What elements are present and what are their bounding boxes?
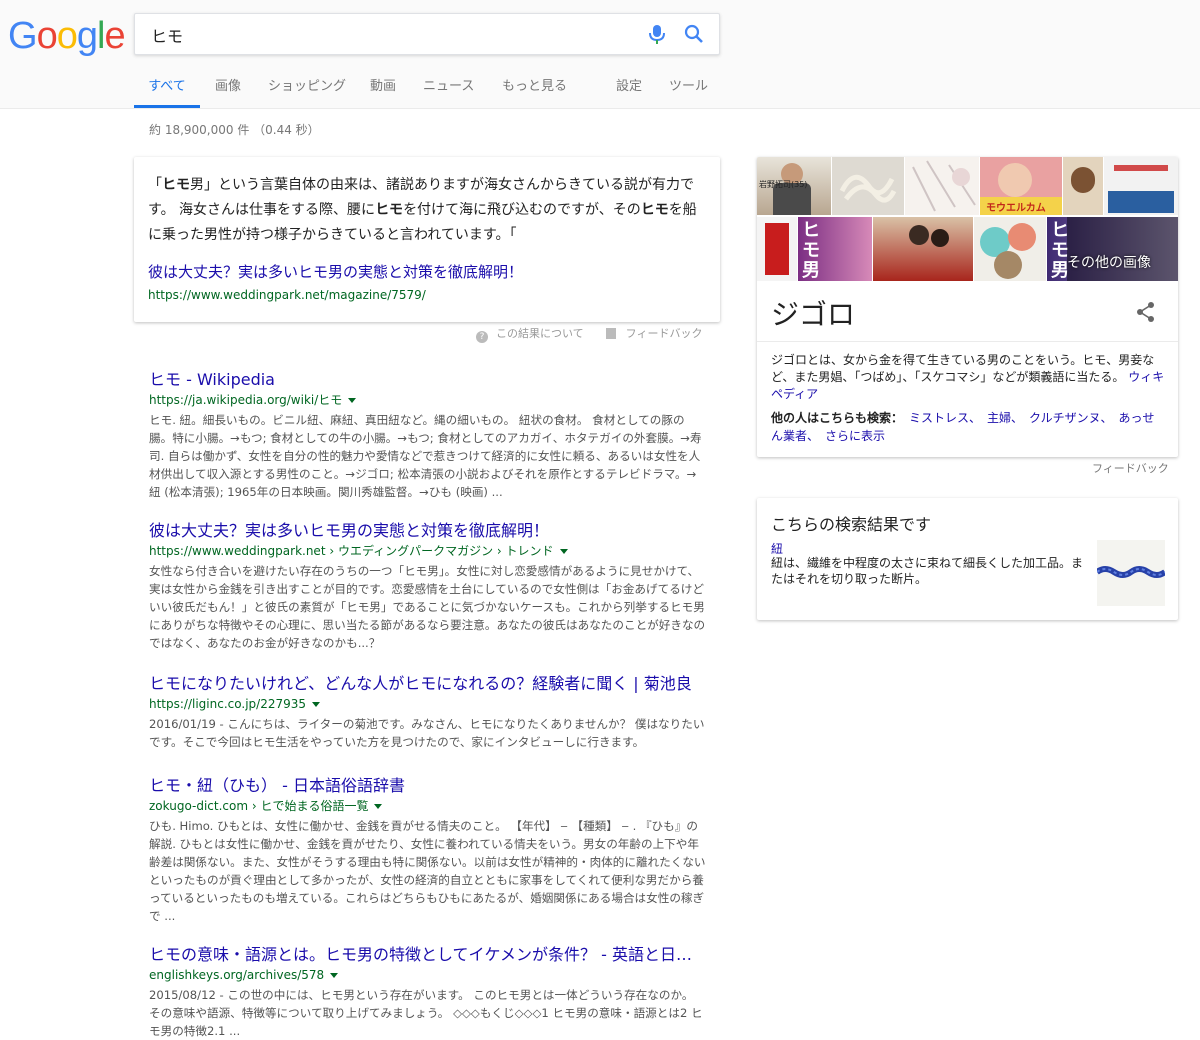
result-snippet: 2016/01/19 - こんにちは、ライターの菊池です。みなさん、ヒモになりた… (149, 717, 705, 749)
also-search-link[interactable]: 主婦、 (987, 411, 1023, 425)
result-title-link[interactable]: ヒモ・紐（ひも） - 日本語俗語辞書 (149, 775, 707, 797)
featured-snippet-title-link[interactable]: 彼は大丈夫？実は多いヒモ男の実態と対策を徹底解明！ (148, 261, 523, 282)
show-more-link[interactable]: さらに表示 (825, 429, 885, 443)
search-result: ヒモになりたいけれど、どんな人がヒモになれるの？経験者に聞く | 菊池良 htt… (149, 673, 707, 751)
image-caption: ヒモ男 (802, 220, 820, 281)
cord-icon (1095, 566, 1167, 578)
related-result-card: こちらの検索結果です 紐 紐は、繊維を中程度の太さに束ねて細長くした加工品。また… (757, 498, 1178, 620)
dropdown-caret-icon[interactable] (348, 398, 357, 403)
result-url: https://liginc.co.jp/227935 (149, 695, 707, 713)
knowledge-panel: 岩野拓司(35) モウエルカム ヒモ男 ヒモ男 その他の画像 ジゴロ ジゴロとは… (757, 157, 1178, 457)
dropdown-caret-icon[interactable] (374, 804, 383, 809)
header: Google すべて 画像 ショッピング 動画 ニュース もっと見る 設定 ツー… (0, 0, 1200, 109)
image-thumbnail[interactable]: モウエルカム (980, 157, 1062, 215)
result-url: https://www.weddingpark.net › ウエディングパークマ… (149, 542, 707, 560)
image-thumbnail[interactable] (905, 157, 979, 215)
manga-panel-icon (912, 160, 976, 212)
help-icon: ? (476, 331, 488, 343)
featured-snippet: 「ヒモ男」という言葉自体の由来は、諸説ありますが海女さんからきている説が有力です… (134, 157, 720, 322)
tab-all[interactable]: すべて (134, 70, 200, 108)
tab-settings[interactable]: 設定 (616, 70, 642, 108)
divider (757, 341, 1178, 342)
about-result-link[interactable]: この結果について (496, 327, 584, 340)
logo-letter: G (8, 15, 38, 57)
result-title-link[interactable]: ヒモの意味・語源とは。ヒモ男の特徴としてイケメンが条件？ - 英語と日本語 (149, 944, 707, 966)
description-text: ジゴロとは、女から金を得て生きている男のことをいう。ヒモ、男妾など、また男娼、「… (771, 353, 1155, 384)
result-url-text: zokugo-dict.com › ヒで始まる俗語一覧 (149, 799, 369, 813)
result-url-text: https://liginc.co.jp/227935 (149, 697, 306, 711)
image-thumbnail[interactable] (873, 217, 973, 281)
knowledge-panel-description: ジゴロとは、女から金を得て生きている男のことをいう。ヒモ、男妾など、また男娼、「… (771, 352, 1166, 403)
result-snippet: 女性なら付き合いを避けたい存在のうちの一つ「ヒモ男」。女性に対し恋愛感情があるよ… (149, 564, 706, 650)
result-url-text: englishkeys.org/archives/578 (149, 968, 325, 982)
also-search-link[interactable]: クルチザンヌ、 (1029, 411, 1112, 425)
result-url: englishkeys.org/archives/578 (149, 966, 707, 984)
image-strip[interactable]: 岩野拓司(35) モウエルカム ヒモ男 ヒモ男 その他の画像 (757, 157, 1178, 281)
dropdown-caret-icon[interactable] (559, 549, 568, 554)
logo-letter: o (56, 15, 78, 57)
knowledge-panel-feedback-link[interactable]: フィードバック (1092, 460, 1169, 476)
knowledge-panel-title: ジゴロ (771, 298, 856, 331)
cord-thumbnail[interactable] (1095, 540, 1167, 606)
feedback-link[interactable]: フィードバック (626, 327, 703, 340)
microphone-icon[interactable] (647, 24, 667, 46)
logo-letter: e (104, 15, 125, 57)
tab-news[interactable]: ニュース (423, 70, 474, 108)
image-thumbnail[interactable]: 岩野拓司(35) (757, 157, 831, 215)
people-also-search: 他の人はこちらも検索： ミストレス、 主婦、 クルチザンヌ、 あっせん業者、 さらに表示 (771, 409, 1166, 445)
search-input[interactable] (149, 23, 633, 47)
image-thumbnail[interactable] (1063, 157, 1103, 215)
result-url: https://ja.wikipedia.org/wiki/ヒモ (149, 391, 707, 409)
result-stats: 約 18,900,000 件 （0.44 秒） (149, 123, 320, 137)
dropdown-caret-icon[interactable] (312, 702, 320, 707)
search-icon[interactable] (683, 23, 705, 45)
image-caption: 岩野拓司(35) (759, 180, 808, 189)
result-title-link[interactable]: 彼は大丈夫？実は多いヒモ男の実態と対策を徹底解明！ (149, 520, 707, 542)
share-icon[interactable] (1135, 301, 1157, 323)
search-result: ヒモ・紐（ひも） - 日本語俗語辞書 zokugo-dict.com › ヒで始… (149, 775, 707, 925)
featured-snippet-text: 「ヒモ男」という言葉自体の由来は、諸説ありますが海女さんからきている説が有力です… (148, 177, 697, 243)
tab-shopping[interactable]: ショッピング (268, 70, 346, 108)
image-thumbnail[interactable] (832, 157, 904, 215)
result-title-link[interactable]: ヒモ - Wikipedia (149, 369, 707, 391)
featured-snippet-url: https://www.weddingpark.net/magazine/757… (148, 288, 426, 302)
result-url-text: https://ja.wikipedia.org/wiki/ヒモ (149, 393, 343, 407)
also-search-link[interactable]: ミストレス、 (909, 411, 981, 425)
image-thumbnail[interactable]: ヒモ男 (798, 217, 872, 281)
result-snippet: 2015/08/12 - この世の中には、ヒモ男という存在がいます。 このヒモ男… (149, 988, 703, 1038)
image-thumbnail[interactable] (757, 217, 797, 281)
result-url: zokugo-dict.com › ヒで始まる俗語一覧 (149, 797, 707, 815)
people-also-search-label: 他の人はこちらも検索： (771, 411, 904, 425)
search-result: ヒモ - Wikipedia https://ja.wikipedia.org/… (149, 369, 707, 501)
rope-knot-icon (839, 174, 897, 203)
image-thumbnail[interactable] (974, 217, 1046, 281)
image-thumbnail[interactable] (1104, 157, 1178, 215)
tab-videos[interactable]: 動画 (370, 70, 396, 108)
tab-images[interactable]: 画像 (215, 70, 241, 108)
google-logo[interactable]: Google (8, 14, 126, 58)
logo-letter: o (36, 15, 58, 57)
logo-letter: g (76, 15, 98, 57)
tab-tools[interactable]: ツール (669, 70, 708, 108)
result-snippet: ひも. Himo. ひもとは、女性に働かせ、金銭を貢がせる情夫のこと。 【年代】… (149, 819, 706, 923)
dropdown-caret-icon[interactable] (330, 973, 339, 978)
result-title-link[interactable]: ヒモになりたいけれど、どんな人がヒモになれるの？経験者に聞く | 菊池良 (149, 673, 707, 695)
tab-more[interactable]: もっと見る (502, 70, 567, 108)
search-box (134, 13, 720, 55)
related-card-description: 紐は、繊維を中程度の太さに束ねて細長くした加工品。またはそれを切り取った断片。 (771, 556, 1084, 586)
image-caption: モウエルカム (986, 203, 1046, 214)
related-card-title: こちらの検索結果です (771, 515, 932, 534)
search-result: 彼は大丈夫？実は多いヒモ男の実態と対策を徹底解明！ https://www.we… (149, 520, 707, 652)
more-images-link[interactable]: その他の画像 (1067, 252, 1151, 272)
feedback-icon (605, 328, 616, 339)
result-snippet: ヒモ. 紐。細長いもの。ビニル紐、麻紐、真田紐など。縄の細いもの。 紐状の食材。… (149, 413, 702, 499)
result-url-text: https://www.weddingpark.net › ウエディングパークマ… (149, 544, 554, 558)
snippet-footer: ? この結果について フィードバック (476, 325, 702, 343)
search-result: ヒモの意味・語源とは。ヒモ男の特徴としてイケメンが条件？ - 英語と日本語 en… (149, 944, 707, 1040)
